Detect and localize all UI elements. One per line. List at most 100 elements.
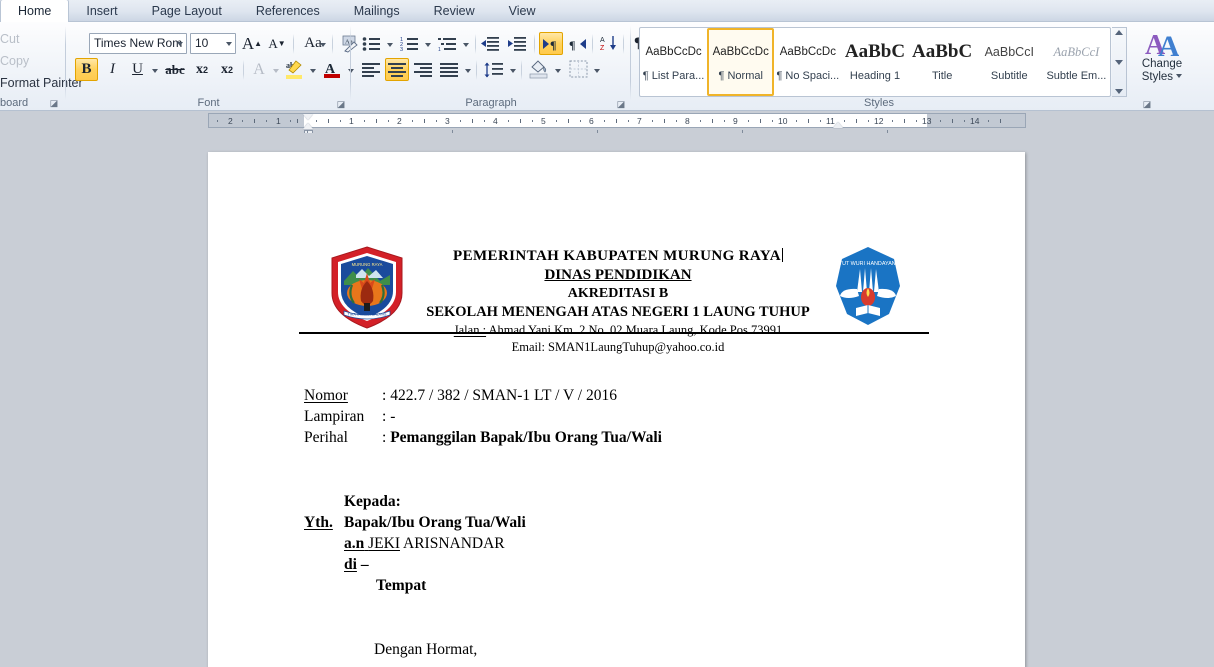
- more-styles-icon[interactable]: [1115, 89, 1123, 94]
- style-item-title[interactable]: AaBbC Title: [909, 28, 976, 96]
- ruler-area: 2 1 1 2 3 4 5 6 7 8 9 10 11 12 13 14: [0, 111, 1214, 133]
- numbering-glyph: 1 2 3: [400, 37, 418, 52]
- bold-button[interactable]: B: [75, 58, 98, 81]
- letterhead-line-3: AKREDITASI B: [567, 286, 669, 301]
- scroll-up-icon[interactable]: [1115, 30, 1123, 35]
- decrease-indent-glyph: [481, 36, 499, 51]
- first-line-indent-icon[interactable]: [303, 114, 313, 120]
- multilevel-dropdown-icon[interactable]: [459, 32, 471, 55]
- align-left-icon[interactable]: [359, 58, 383, 81]
- style-item-normal[interactable]: AaBbCcDc ¶ Normal: [707, 28, 775, 96]
- word-window: Home Insert Page Layout References Maili…: [0, 0, 1214, 667]
- grow-font-icon[interactable]: A ▲: [240, 32, 264, 55]
- font-name-input[interactable]: Times New Rom: [89, 33, 187, 54]
- borders-icon[interactable]: [566, 57, 590, 81]
- line-spacing-icon[interactable]: [480, 58, 506, 81]
- shrink-font-icon[interactable]: A ▼: [265, 32, 289, 55]
- styles-scroll-buttons[interactable]: [1112, 27, 1127, 97]
- superscript-button[interactable]: x2: [215, 58, 239, 81]
- underline-button[interactable]: U: [126, 58, 149, 81]
- highlight-color-icon[interactable]: ab: [282, 57, 306, 81]
- text-effects-icon[interactable]: A: [248, 58, 270, 81]
- bullets-dropdown-icon[interactable]: [383, 32, 395, 55]
- font-size-input[interactable]: 10: [190, 33, 236, 54]
- svg-text:¶: ¶: [569, 38, 575, 51]
- styles-dialog-launcher-icon[interactable]: ◪: [1141, 98, 1153, 110]
- horizontal-ruler[interactable]: 2 1 1 2 3 4 5 6 7 8 9 10 11 12 13 14: [208, 113, 1026, 128]
- style-label: Subtle Em...: [1046, 69, 1107, 82]
- clipboard-dialog-launcher-icon[interactable]: ◪: [48, 97, 60, 109]
- change-styles-button[interactable]: A A Change Styles: [1133, 28, 1191, 100]
- document-page[interactable]: MURUNG RAYA TIRA TANGKA BALANG TUT WURI …: [208, 152, 1025, 667]
- style-item-heading-1[interactable]: AaBbC Heading 1: [841, 28, 908, 96]
- right-indent-marker[interactable]: [833, 122, 843, 128]
- ltr-glyph: ¶: [542, 38, 556, 51]
- chevron-down-icon[interactable]: [226, 42, 232, 46]
- chevron-down-icon[interactable]: [177, 42, 183, 46]
- hanging-indent-icon[interactable]: [303, 123, 313, 129]
- tab-view[interactable]: View: [492, 0, 553, 22]
- align-right-icon[interactable]: [411, 58, 435, 81]
- paint-bucket-glyph: [529, 60, 547, 79]
- borders-dropdown-icon[interactable]: [590, 58, 602, 81]
- style-item-list-paragraph[interactable]: AaBbCcDc ¶ List Para...: [640, 28, 707, 96]
- shading-dropdown-icon[interactable]: [551, 58, 563, 81]
- subscript-button[interactable]: x2: [190, 58, 214, 81]
- document-canvas[interactable]: MURUNG RAYA TIRA TANGKA BALANG TUT WURI …: [0, 133, 1214, 667]
- ribbon-group-clipboard: Cut Copy Format Painter board ◪: [0, 22, 83, 111]
- scroll-down-icon[interactable]: [1115, 59, 1123, 65]
- line-spacing-dropdown-icon[interactable]: [506, 58, 518, 81]
- di-label: di: [344, 556, 357, 573]
- align-center-button[interactable]: [385, 58, 409, 81]
- tab-review[interactable]: Review: [417, 0, 492, 22]
- sort-icon[interactable]: A Z: [596, 32, 621, 55]
- align-center-glyph: [387, 62, 406, 77]
- copy-button[interactable]: Copy: [0, 54, 29, 68]
- style-item-no-spacing[interactable]: AaBbCcDc ¶ No Spaci...: [774, 28, 841, 96]
- numbering-icon[interactable]: 1 2 3: [397, 32, 421, 55]
- justify-icon[interactable]: [437, 58, 461, 81]
- tab-references[interactable]: References: [239, 0, 337, 22]
- line-spacing-glyph: [484, 62, 503, 77]
- multilevel-list-icon[interactable]: 1: [435, 32, 459, 55]
- right-to-left-text-direction-button[interactable]: ¶: [565, 32, 589, 55]
- tab-page-layout[interactable]: Page Layout: [135, 0, 239, 22]
- style-preview: AaBbCcDc: [779, 45, 836, 58]
- font-dialog-launcher-icon[interactable]: ◪: [335, 98, 347, 110]
- tab-mailings[interactable]: Mailings: [337, 0, 417, 22]
- underline-dropdown-icon[interactable]: [148, 58, 160, 81]
- svg-text:A: A: [1158, 30, 1179, 58]
- strikethrough-button[interactable]: abc: [162, 58, 188, 81]
- paragraph-group-label: Paragraph: [465, 97, 517, 109]
- paragraph-dialog-launcher-icon[interactable]: ◪: [615, 98, 627, 110]
- cut-button[interactable]: Cut: [0, 32, 19, 46]
- svg-text:3: 3: [400, 47, 403, 52]
- change-styles-icon: A A: [1145, 30, 1179, 58]
- justify-dropdown-icon[interactable]: [461, 58, 473, 81]
- tab-insert[interactable]: Insert: [69, 0, 134, 22]
- shading-icon[interactable]: [525, 57, 551, 81]
- decrease-indent-icon[interactable]: [477, 32, 503, 55]
- increase-indent-icon[interactable]: [504, 32, 530, 55]
- field-row-perihal: Perihal: Pemanggilan Bapak/Ibu Orang Tua…: [304, 427, 662, 448]
- style-item-subtitle[interactable]: AaBbCcI Subtitle: [976, 28, 1043, 96]
- first-line-indent-marker[interactable]: [303, 114, 313, 135]
- highlight-dropdown-icon[interactable]: [306, 58, 318, 81]
- italic-button[interactable]: I: [101, 58, 124, 81]
- style-item-subtle-emphasis[interactable]: AaBbCcI Subtle Em...: [1043, 28, 1110, 96]
- bullets-icon[interactable]: [359, 32, 383, 55]
- change-case-icon[interactable]: Aa: [298, 32, 328, 55]
- numbering-dropdown-icon[interactable]: [421, 32, 433, 55]
- tab-home[interactable]: Home: [0, 0, 70, 22]
- sort-glyph: A Z: [600, 36, 616, 52]
- font-color-icon[interactable]: A: [320, 57, 344, 81]
- ribbon-group-styles: AaBbCcDc ¶ List Para... AaBbCcDc ¶ Norma…: [631, 22, 1183, 111]
- align-right-glyph: [413, 62, 432, 77]
- style-preview: AaBbC: [844, 40, 906, 62]
- letterhead-line-1: PEMERINTAH KABUPATEN MURUNG RAYA: [453, 248, 783, 264]
- svg-text:A: A: [600, 37, 605, 44]
- left-to-right-text-direction-button[interactable]: ¶: [539, 32, 563, 55]
- text-effects-dropdown-icon[interactable]: [269, 58, 281, 81]
- recipient-student-line: a.n JEKI ARISNANDAR: [344, 533, 505, 554]
- recipient-addressee: Bapak/Ibu Orang Tua/Wali: [344, 514, 526, 531]
